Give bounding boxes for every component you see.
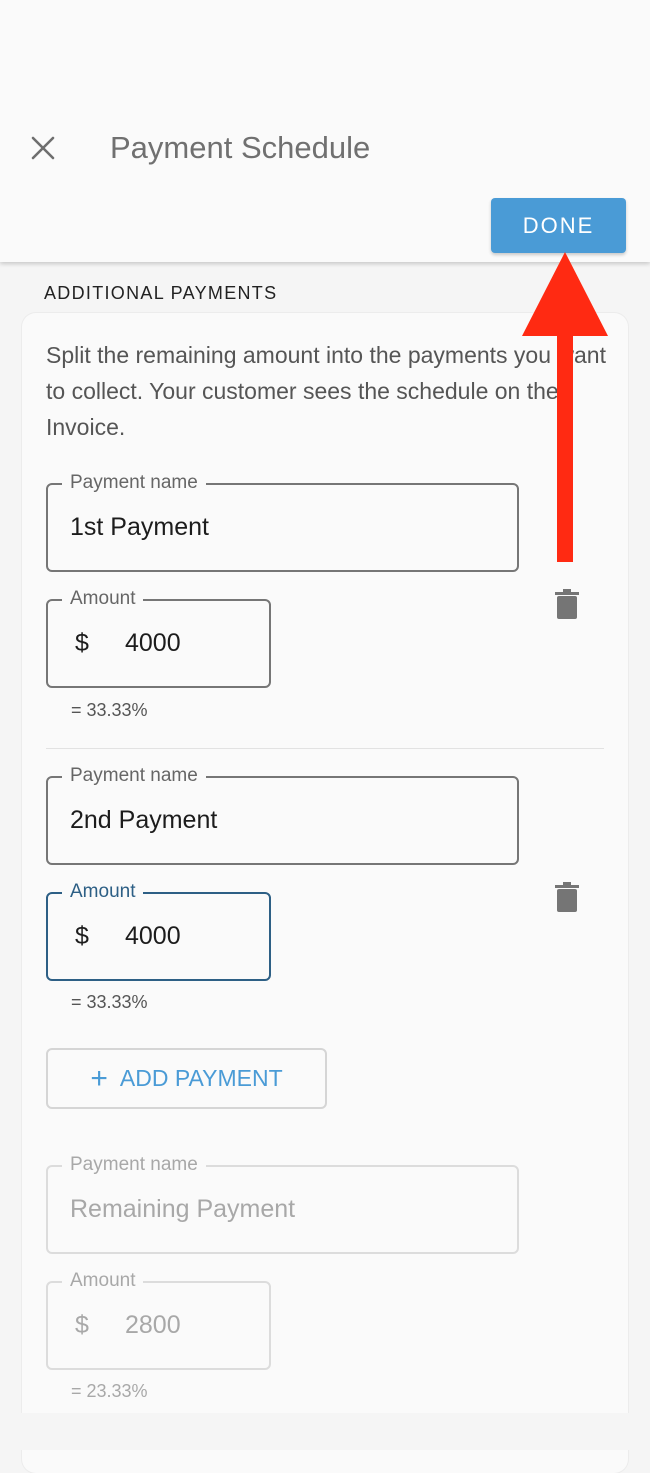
payment-name-field-2[interactable]: Payment name 2nd Payment xyxy=(46,764,519,865)
currency-symbol: $ xyxy=(75,1311,89,1339)
trash-icon xyxy=(555,882,579,912)
remaining-amount-field: Amount $ 2800 xyxy=(46,1269,271,1370)
payment-name-value: 1st Payment xyxy=(70,513,209,541)
section-label: ADDITIONAL PAYMENTS xyxy=(44,283,278,303)
amount-value: 4000 xyxy=(125,922,181,950)
payment-percent-2: = 33.33% xyxy=(71,992,148,1012)
close-icon xyxy=(31,136,55,160)
plus-icon: + xyxy=(90,1061,108,1095)
schedule-description: Split the remaining amount into the paym… xyxy=(46,342,606,440)
add-payment-label: ADD PAYMENT xyxy=(119,1065,283,1091)
bottom-edge xyxy=(0,1413,650,1450)
currency-symbol: $ xyxy=(75,629,89,657)
delete-payment-button-2[interactable] xyxy=(553,881,581,913)
payment-divider xyxy=(46,748,604,749)
add-payment-button[interactable]: + ADD PAYMENT xyxy=(46,1048,327,1109)
remaining-percent: = 23.33% xyxy=(71,1381,148,1401)
delete-payment-button-1[interactable] xyxy=(553,588,581,620)
currency-symbol: $ xyxy=(75,922,89,950)
close-button[interactable] xyxy=(22,127,64,169)
payment-name-field-1[interactable]: Payment name 1st Payment xyxy=(46,471,519,572)
payment-name-value: Remaining Payment xyxy=(70,1195,296,1223)
remaining-payment-name-field: Payment name Remaining Payment xyxy=(46,1153,519,1254)
amount-field-2[interactable]: Amount $ 4000 xyxy=(46,880,271,981)
payment-name-value: 2nd Payment xyxy=(70,806,218,834)
amount-value: 2800 xyxy=(125,1311,181,1339)
page-title: Payment Schedule xyxy=(110,130,371,165)
done-button[interactable]: DONE xyxy=(491,198,626,253)
amount-field-1[interactable]: Amount $ 4000 xyxy=(46,587,271,688)
trash-icon xyxy=(555,589,579,619)
payment-percent-1: = 33.33% xyxy=(71,700,148,720)
amount-value: 4000 xyxy=(125,629,181,657)
app-header: Payment Schedule DONE xyxy=(0,0,650,262)
